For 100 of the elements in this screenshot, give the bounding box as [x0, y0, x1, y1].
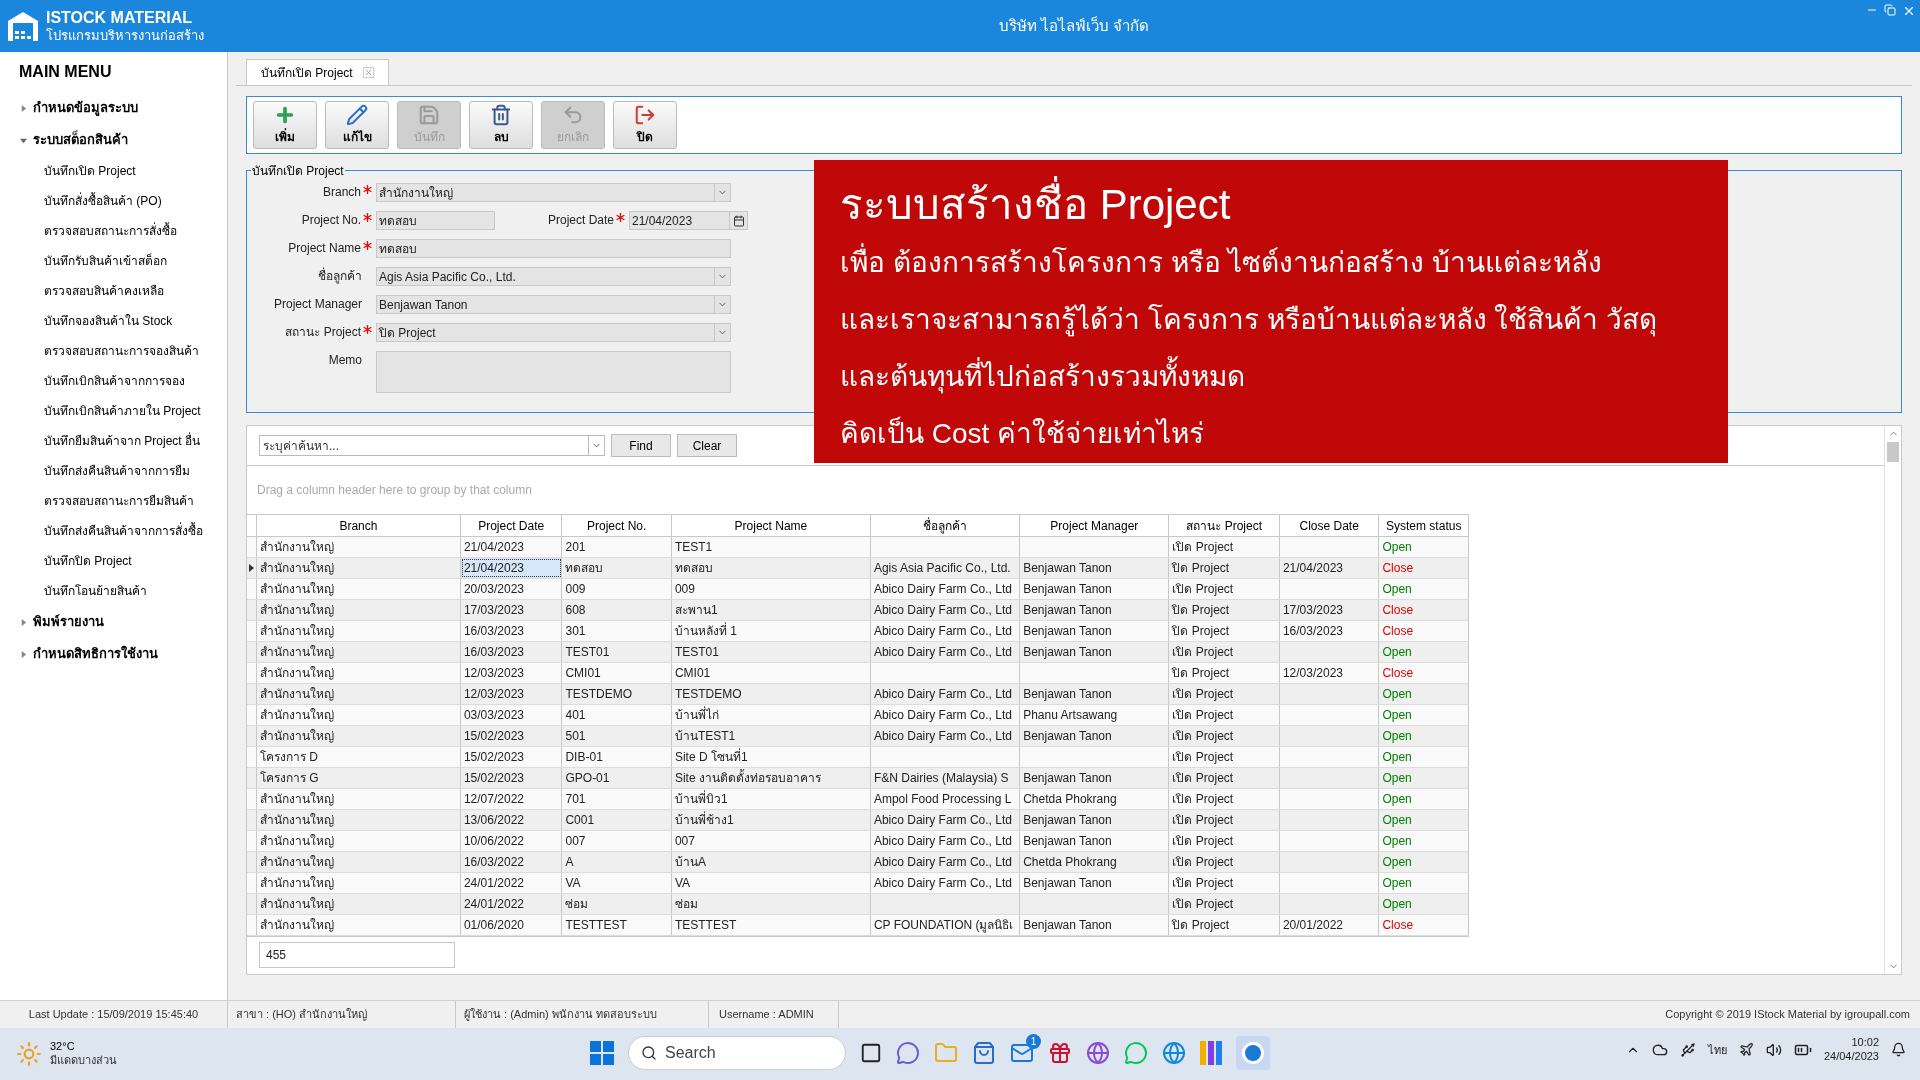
last-update-text: Last Update : 15/09/2019 15:45:40 — [28, 1007, 199, 1023]
table-cell: Close — [1379, 663, 1469, 683]
speaker-icon[interactable] — [1765, 1041, 1782, 1058]
menu-item[interactable]: บันทึกปิด Project — [44, 552, 132, 570]
menu-item[interactable]: ตรวจสอบสถานะการยืมสินค้า — [44, 492, 194, 510]
menu-item[interactable]: ตรวจสอบสถานะการจองสินค้า — [44, 342, 199, 360]
menu-group[interactable]: พิมพ์รายงาน — [33, 612, 104, 632]
column-header[interactable]: Project Manager — [1020, 515, 1170, 536]
close-icon[interactable] — [1902, 4, 1916, 18]
column-header[interactable]: Project No. — [562, 515, 672, 536]
grid-button[interactable]: Clear — [677, 434, 737, 457]
table-cell: 15/02/2023 — [460, 768, 563, 788]
table-cell: VA — [562, 873, 672, 893]
dropdown-field[interactable]: ปิด Project — [376, 323, 731, 342]
dropdown-field[interactable]: สำนักงานใหญ่ — [376, 183, 731, 202]
restore-icon[interactable] — [1884, 4, 1896, 16]
airplane-icon[interactable] — [1738, 1042, 1754, 1058]
table-cell: Abico Dairy Farm Co., Ltd — [870, 852, 1021, 872]
memo-field[interactable] — [376, 351, 731, 393]
menu-item[interactable]: บันทึกรับสินค้าเข้าสต็อก — [44, 252, 167, 270]
menu-group[interactable]: ระบบสต็อกสินค้า — [33, 130, 128, 150]
tab[interactable]: บันทึกเปิด Project — [246, 59, 389, 85]
language-indicator[interactable]: ไทย — [1707, 1041, 1727, 1058]
column-header[interactable]: ชื่อลูกค้า — [870, 515, 1021, 536]
column-header[interactable]: System status — [1379, 515, 1469, 536]
plus-icon — [274, 104, 296, 126]
row-indicator[interactable] — [247, 558, 257, 578]
globe-icon[interactable] — [1086, 1041, 1110, 1065]
table-cell: 009 — [562, 579, 672, 599]
toolbar-button[interactable]: แก้ไข — [325, 101, 389, 149]
menu-item[interactable]: ตรวจสอบสินค้าคงเหลือ — [44, 282, 164, 300]
windows-logo-icon[interactable] — [590, 1041, 614, 1065]
table-cell: เปิด Project — [1169, 684, 1280, 704]
dropdown-field[interactable]: Agis Asia Pacific Co., Ltd. — [376, 267, 731, 286]
folder-icon[interactable] — [934, 1041, 958, 1065]
table-cell: โครงการ D — [256, 747, 461, 767]
table-cell: บ้านพี่ช้าง1 — [671, 810, 871, 830]
table-cell: Open — [1379, 726, 1469, 746]
table-cell: 03/03/2023 — [460, 705, 563, 725]
table-cell: สำนักงานใหญ่ — [256, 663, 461, 683]
caret-right-icon[interactable] — [20, 618, 27, 626]
scrollbar[interactable] — [1884, 426, 1901, 974]
user-text: ผู้ใช้งาน : (Admin) พนักงาน ทดสอบระบบ — [464, 1007, 657, 1023]
menu-item[interactable]: บันทึกจองสินค้าใน Stock — [44, 312, 173, 330]
table-cell: เปิด Project — [1169, 705, 1280, 725]
gift-icon[interactable] — [1048, 1041, 1072, 1065]
menu-item[interactable]: บันทึกเบิกสินค้าจากการจอง — [44, 372, 185, 390]
taskbar-search-field[interactable]: Search — [628, 1036, 846, 1070]
color-bars-icon[interactable] — [1200, 1041, 1222, 1065]
toolbar-button[interactable]: ปิด — [613, 101, 677, 149]
notification-bell-icon[interactable] — [1891, 1042, 1906, 1058]
table-cell: สำนักงานใหญ่ — [256, 894, 461, 914]
chat-bubble-icon[interactable] — [1124, 1041, 1148, 1065]
table-cell: สำนักงานใหญ่ — [256, 831, 461, 851]
table-cell: เปิด Project — [1169, 831, 1280, 851]
caret-down-icon[interactable] — [20, 136, 27, 144]
usb-icon[interactable] — [1679, 1041, 1696, 1058]
table-cell: 13/06/2022 — [460, 810, 563, 830]
date-field[interactable]: 21/04/2023 — [629, 211, 748, 230]
calendar-icon — [732, 214, 745, 227]
menu-item[interactable]: บันทึกเบิกสินค้าภายใน Project — [44, 402, 201, 420]
column-header[interactable]: Project Date — [460, 515, 563, 536]
dropdown-field[interactable]: Benjawan Tanon — [376, 295, 731, 314]
toolbar-button[interactable]: เพิ่ม — [253, 101, 317, 149]
caret-right-icon[interactable] — [20, 104, 27, 112]
grid-button[interactable]: Find — [611, 434, 671, 457]
menu-group[interactable]: กำหนดข้อมูลระบบ — [33, 98, 138, 118]
store-bag-icon[interactable] — [972, 1041, 996, 1065]
scrollbar-thumb[interactable] — [1887, 442, 1899, 462]
menu-item[interactable]: บันทึกโอนย้ายสินค้า — [44, 582, 147, 600]
text-field[interactable]: ทดสอบ — [376, 211, 495, 230]
search-field[interactable]: ระบุค่าค้นหา... — [259, 435, 605, 456]
close-tab-icon[interactable] — [362, 67, 374, 78]
text-field[interactable]: ทดสอบ — [376, 239, 731, 258]
column-header[interactable]: Project Name — [671, 515, 871, 536]
chat-bubble-icon[interactable] — [896, 1041, 920, 1065]
column-header[interactable]: Branch — [256, 515, 461, 536]
menu-item[interactable]: บันทึกส่งคืนสินค้าจากการสั่งซื้อ — [44, 522, 203, 540]
menu-item[interactable]: บันทึกส่งคืนสินค้าจากการยืม — [44, 462, 190, 480]
table-cell: 15/02/2023 — [460, 747, 563, 767]
menu-item[interactable]: บันทึกยืมสินค้าจาก Project อื่น — [44, 432, 200, 450]
menu-item[interactable]: ตรวจสอบสถานะการสั่งซื้อ — [44, 222, 177, 240]
caret-right-icon[interactable] — [20, 650, 27, 658]
table-cell: A — [562, 852, 672, 872]
table-cell: เปิด Project — [1169, 537, 1280, 557]
table-cell: ทดสอบ — [671, 558, 871, 578]
column-header[interactable]: Close Date — [1279, 515, 1380, 536]
branch-text: สาขา : (HO) สำนักงานใหญ่ — [236, 1007, 368, 1023]
toolbar-button[interactable]: ลบ — [469, 101, 533, 149]
menu-group[interactable]: กำหนดสิทธิการใช้งาน — [33, 644, 158, 664]
undo-icon — [562, 104, 584, 126]
table-cell: Benjawan Tanon — [1020, 810, 1170, 830]
table-cell: 10/06/2022 — [460, 831, 563, 851]
task-view-icon[interactable] — [860, 1042, 882, 1064]
menu-item[interactable]: บันทึกเปิด Project — [44, 162, 136, 180]
column-header[interactable]: สถานะ Project — [1169, 515, 1280, 536]
menu-item[interactable]: บันทึกสั่งซื้อสินค้า (PO) — [44, 192, 162, 210]
field-label: สถานะ Project — [285, 324, 361, 341]
table-cell: TESTDEMO — [562, 684, 672, 704]
browser-icon[interactable] — [1162, 1041, 1186, 1065]
